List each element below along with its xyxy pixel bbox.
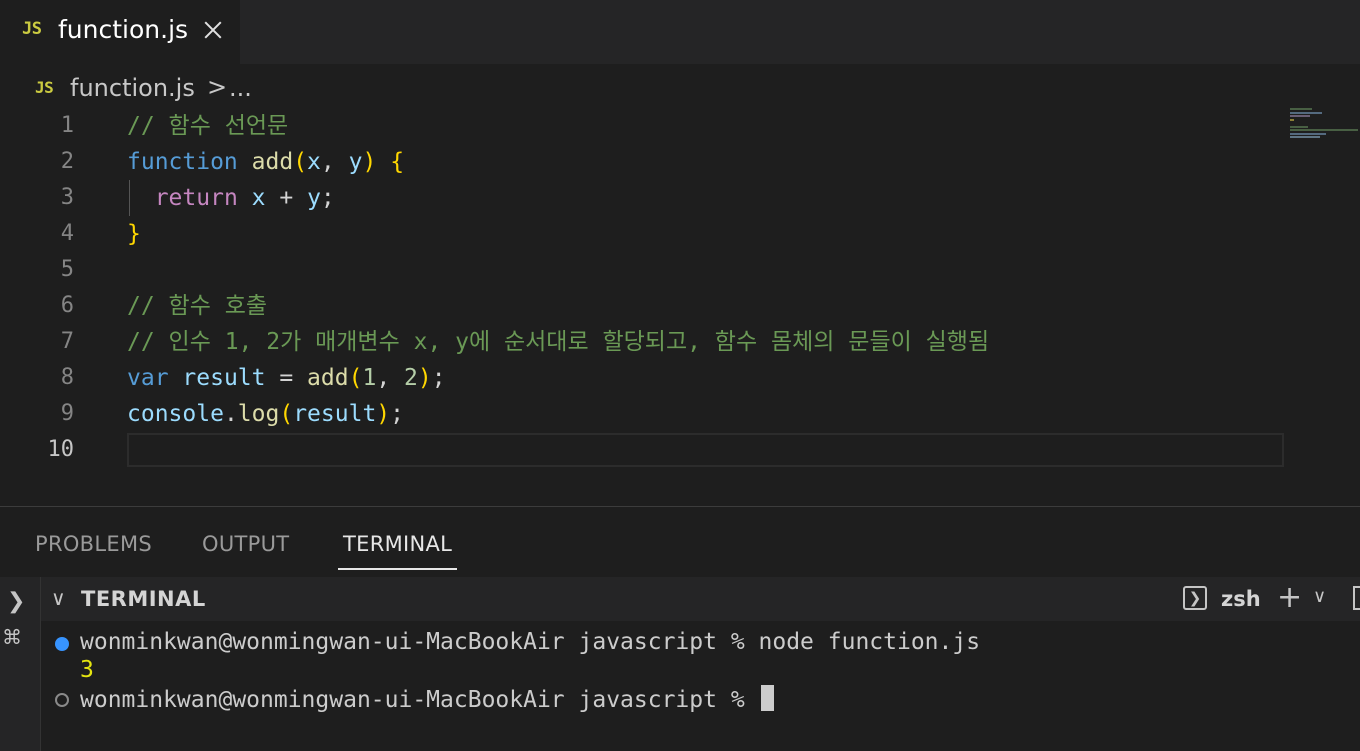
minimap-line	[1290, 132, 1326, 135]
tab-output[interactable]: OUTPUT	[202, 532, 289, 556]
minimap-line	[1290, 111, 1322, 114]
code-line[interactable]: 1 // 함수 선언문	[0, 108, 1290, 144]
terminal-body[interactable]: wonminkwan@wonmingwan-ui-MacBookAir java…	[41, 621, 1360, 751]
active-tab-indicator	[338, 568, 457, 570]
line-number: 8	[60, 365, 74, 390]
line-number: 7	[60, 329, 74, 354]
breadcrumb-more[interactable]: ...	[229, 74, 252, 102]
code-line[interactable]: 7 // 인수 1, 2가 매개변수 x, y에 순서대로 할당되고, 함수 몸…	[0, 324, 1290, 360]
code-line[interactable]: 10	[0, 432, 1290, 468]
code-text: // 함수 호출	[127, 293, 268, 319]
code-text: console.log(result);	[127, 401, 405, 427]
command-success-dot-icon[interactable]	[55, 637, 69, 651]
code-editor[interactable]: 1 // 함수 선언문 2 function add(x, y) { 3 ret…	[0, 108, 1360, 506]
chevron-right-icon[interactable]: ❯	[7, 589, 25, 614]
terminal-line: wonminkwan@wonmingwan-ui-MacBookAir java…	[80, 685, 774, 713]
javascript-file-icon: JS	[35, 78, 54, 97]
code-line[interactable]: 9 console.log(result);	[0, 396, 1290, 432]
terminal-side-strip: ❯ ⌘	[0, 577, 41, 751]
command-pending-dot-icon[interactable]	[55, 693, 69, 707]
code-text: function add(x, y) {	[127, 149, 405, 175]
bottom-panel: PROBLEMS OUTPUT TERMINAL ❯ ⌘ ∨ TERMINAL …	[0, 506, 1360, 751]
line-number: 10	[47, 437, 75, 462]
code-text: var result = add(1, 2);	[127, 365, 446, 391]
terminal-header: ∨ TERMINAL ❯ zsh + ∨	[41, 577, 1360, 621]
tab-terminal[interactable]: TERMINAL	[343, 532, 452, 556]
code-text: // 함수 선언문	[127, 113, 289, 139]
tab-title[interactable]: function.js	[58, 15, 188, 44]
line-number: 1	[60, 113, 74, 138]
shell-name[interactable]: zsh	[1221, 587, 1261, 611]
code-text: }	[127, 221, 141, 247]
minimap-line	[1290, 115, 1310, 117]
line-number: 2	[60, 149, 74, 174]
terminal-cursor	[760, 685, 774, 711]
chevron-down-icon[interactable]: ∨	[1313, 586, 1326, 607]
editor-tab-strip: JS function.js	[0, 0, 1360, 64]
debug-console-icon[interactable]: ⌘	[2, 625, 22, 649]
minimap-line	[1290, 125, 1308, 128]
terminal-shell-icon[interactable]: ❯	[1183, 586, 1207, 610]
tab-problems[interactable]: PROBLEMS	[35, 532, 152, 556]
code-line[interactable]: 3 return x + y;	[0, 180, 1290, 216]
minimap-line	[1290, 118, 1294, 121]
split-terminal-icon[interactable]	[1353, 586, 1360, 610]
javascript-file-icon: JS	[22, 19, 42, 39]
code-line[interactable]: 5	[0, 252, 1290, 288]
minimap-line	[1290, 129, 1358, 131]
terminal-prompt: wonminkwan@wonmingwan-ui-MacBookAir java…	[80, 687, 759, 713]
code-text: return x + y;	[154, 185, 335, 211]
line-number: 6	[60, 293, 74, 318]
code-line[interactable]: 2 function add(x, y) {	[0, 144, 1290, 180]
minimap-line	[1290, 136, 1320, 138]
terminal-output: 3	[80, 657, 94, 683]
code-text: // 인수 1, 2가 매개변수 x, y에 순서대로 할당되고, 함수 몸체의…	[127, 329, 990, 355]
minimap-line	[1290, 108, 1312, 110]
chevron-right-icon: >	[207, 73, 228, 101]
terminal-title[interactable]: TERMINAL	[81, 587, 206, 611]
minimap[interactable]	[1290, 108, 1360, 148]
tab-function-js[interactable]: JS function.js	[0, 0, 240, 64]
code-line[interactable]: 6 // 함수 호출	[0, 288, 1290, 324]
code-line[interactable]: 4 }	[0, 216, 1290, 252]
new-terminal-plus-icon[interactable]: +	[1277, 580, 1302, 615]
close-icon[interactable]	[200, 15, 226, 45]
chevron-down-icon[interactable]: ∨	[51, 586, 66, 610]
terminal-line: wonminkwan@wonmingwan-ui-MacBookAir java…	[80, 629, 981, 655]
code-line[interactable]: 8 var result = add(1, 2);	[0, 360, 1290, 396]
line-number: 9	[60, 401, 74, 426]
line-number: 5	[60, 257, 74, 282]
breadcrumb-file[interactable]: function.js	[70, 74, 195, 102]
line-number: 4	[60, 221, 74, 246]
line-number: 3	[60, 185, 74, 210]
breadcrumb: JS function.js > ...	[0, 64, 1360, 110]
